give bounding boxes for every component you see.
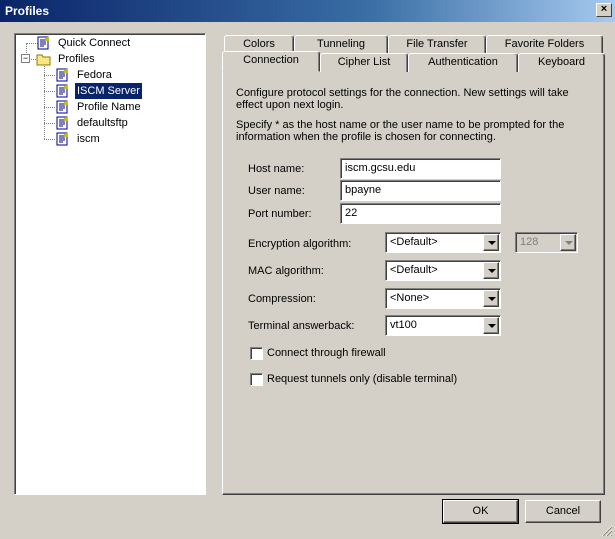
encryption-algorithm-label: Encryption algorithm: bbox=[248, 238, 352, 250]
profiles-collapse-button[interactable]: − bbox=[21, 54, 30, 63]
tab-keyboard[interactable]: Keyboard bbox=[518, 53, 605, 72]
tab-label: Keyboard bbox=[537, 56, 586, 68]
tab-label: Connection bbox=[243, 54, 299, 66]
tree-item-label: Profiles bbox=[58, 53, 95, 65]
connect-through-firewall-checkbox[interactable] bbox=[250, 347, 263, 360]
tab-favorite-folders[interactable]: Favorite Folders bbox=[486, 35, 603, 54]
tree-item-label: Quick Connect bbox=[58, 37, 131, 49]
tree-item-label: Fedora bbox=[77, 69, 112, 81]
port-number-input[interactable]: 22 bbox=[340, 203, 501, 224]
tab-label: File Transfer bbox=[406, 38, 468, 50]
title-bar: Profiles × bbox=[0, 0, 615, 22]
chevron-down-icon[interactable] bbox=[483, 317, 499, 334]
close-icon: × bbox=[600, 3, 608, 15]
profile-icon bbox=[56, 116, 68, 130]
tab-label: Colors bbox=[243, 38, 275, 50]
close-button[interactable]: × bbox=[596, 3, 612, 17]
chevron-down-icon[interactable] bbox=[483, 234, 499, 251]
encryption-bits-select: 128 bbox=[515, 232, 578, 253]
chevron-down-icon[interactable] bbox=[483, 290, 499, 307]
ok-button[interactable]: OK bbox=[442, 499, 519, 524]
tree-item-label: Profile Name bbox=[77, 101, 141, 113]
tab-label: Tunneling bbox=[317, 38, 365, 50]
tab-label: Cipher List bbox=[337, 56, 391, 68]
host-name-label: Host name: bbox=[248, 163, 305, 175]
minus-icon: − bbox=[22, 53, 29, 63]
tab-authentication[interactable]: Authentication bbox=[408, 53, 518, 72]
compression-label: Compression: bbox=[248, 293, 316, 305]
user-name-input[interactable]: bpayne bbox=[340, 180, 501, 201]
request-tunnels-only-checkbox[interactable] bbox=[250, 373, 263, 386]
profile-icon bbox=[56, 84, 68, 98]
user-name-label: User name: bbox=[248, 185, 305, 197]
mac-algorithm-select[interactable]: <Default> bbox=[385, 260, 501, 281]
host-name-input[interactable]: iscm.gcsu.edu bbox=[340, 158, 501, 179]
tab-label: Favorite Folders bbox=[504, 38, 585, 50]
cancel-button[interactable]: Cancel bbox=[525, 500, 601, 523]
tree-item-label: defaultsftp bbox=[77, 117, 128, 129]
chevron-down-icon[interactable] bbox=[483, 262, 499, 279]
select-value: <Default> bbox=[390, 264, 438, 276]
terminal-answerback-label: Terminal answerback: bbox=[248, 320, 355, 332]
connect-through-firewall-label[interactable]: Connect through firewall bbox=[267, 347, 386, 359]
request-tunnels-only-label[interactable]: Request tunnels only (disable terminal) bbox=[267, 373, 457, 385]
tree-item-label: iscm bbox=[77, 133, 100, 145]
select-value: 128 bbox=[520, 236, 539, 248]
profile-icon bbox=[37, 36, 49, 50]
tab-file-transfer[interactable]: File Transfer bbox=[388, 35, 486, 54]
tab-connection[interactable]: Connection bbox=[222, 51, 320, 72]
tab-cipher-list[interactable]: Cipher List bbox=[320, 53, 408, 72]
resize-grip-icon[interactable] bbox=[601, 525, 613, 537]
port-number-label: Port number: bbox=[248, 208, 312, 220]
compression-select[interactable]: <None> bbox=[385, 288, 501, 309]
select-value: <Default> bbox=[390, 236, 438, 248]
encryption-algorithm-select[interactable]: <Default> bbox=[385, 232, 501, 253]
folder-icon bbox=[36, 54, 51, 66]
select-value: vt100 bbox=[390, 319, 417, 331]
chevron-down-icon bbox=[560, 234, 576, 251]
mac-algorithm-label: MAC algorithm: bbox=[248, 265, 324, 277]
profile-icon bbox=[56, 68, 68, 82]
wildcard-hint: Specify * as the host name or the user n… bbox=[236, 119, 565, 143]
tree-item-label: ISCM Server bbox=[75, 83, 142, 99]
profile-icon bbox=[56, 132, 68, 146]
window-title: Profiles bbox=[5, 4, 50, 18]
select-value: <None> bbox=[390, 292, 430, 304]
connection-description: Configure protocol settings for the conn… bbox=[236, 87, 569, 111]
profile-icon bbox=[56, 100, 68, 114]
tab-label: Authentication bbox=[428, 56, 498, 68]
terminal-answerback-select[interactable]: vt100 bbox=[385, 315, 501, 336]
